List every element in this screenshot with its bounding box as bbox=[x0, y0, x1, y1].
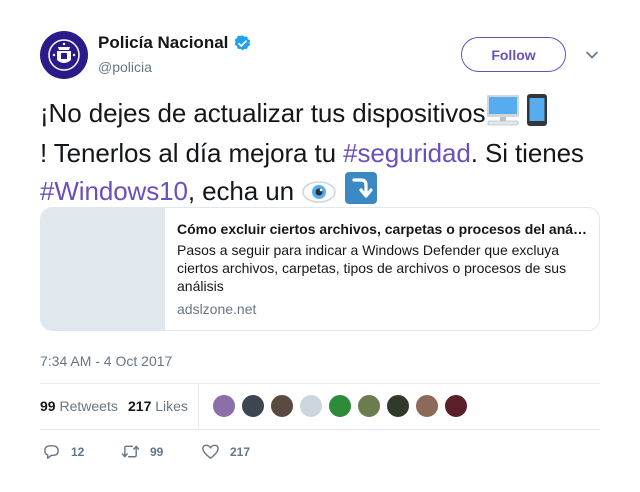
likes-stat[interactable]: 217 Likes bbox=[128, 398, 188, 414]
chevron-down-icon[interactable] bbox=[585, 48, 599, 62]
retweets-stat[interactable]: 99 Retweets bbox=[40, 398, 118, 414]
retweets-count: 99 bbox=[40, 398, 56, 414]
liker-avatar[interactable] bbox=[270, 394, 294, 418]
liker-avatar[interactable] bbox=[299, 394, 323, 418]
retweet-button[interactable]: 99 bbox=[121, 442, 163, 461]
card-body: Cómo excluir ciertos archivos, carpetas … bbox=[177, 220, 589, 318]
tweet-text-part: . Si tienes bbox=[470, 138, 584, 168]
divider bbox=[40, 429, 600, 430]
display-name[interactable]: Policía Nacional bbox=[98, 33, 228, 53]
liker-avatar[interactable] bbox=[357, 394, 381, 418]
reply-icon bbox=[44, 445, 59, 459]
card-title[interactable]: Cómo excluir ciertos archivos, carpetas … bbox=[177, 220, 589, 238]
stats-divider bbox=[198, 384, 199, 429]
liker-avatar[interactable] bbox=[444, 394, 468, 418]
like-count: 217 bbox=[230, 444, 251, 459]
card-thumbnail[interactable] bbox=[41, 208, 165, 330]
tweet-timestamp[interactable]: 7:34 AM - 4 Oct 2017 bbox=[40, 353, 172, 369]
reply-button[interactable]: 12 bbox=[42, 442, 84, 461]
likes-count: 217 bbox=[128, 398, 152, 414]
police-badge-icon bbox=[48, 39, 80, 71]
computer-emoji bbox=[485, 93, 521, 136]
liker-avatar[interactable] bbox=[212, 394, 236, 418]
name-row: Policía Nacional bbox=[98, 33, 252, 53]
handle[interactable]: @policia bbox=[98, 59, 152, 75]
retweet-count: 99 bbox=[150, 444, 164, 459]
mobile-phone-emoji bbox=[521, 93, 551, 136]
link-card[interactable]: Cómo excluir ciertos archivos, carpetas … bbox=[40, 207, 600, 331]
tweet-text: ¡No dejes de actualizar tus dispositivos… bbox=[40, 93, 596, 214]
liker-avatar[interactable] bbox=[415, 394, 439, 418]
tweet-text-part: , echa un bbox=[187, 176, 302, 206]
avatar[interactable] bbox=[40, 31, 88, 79]
tweet-header: Policía Nacional @policia Follow bbox=[40, 31, 600, 79]
reply-count: 12 bbox=[71, 444, 85, 459]
hashtag-link-windows10[interactable]: #Windows10 bbox=[40, 176, 188, 206]
likes-label: Likes bbox=[155, 398, 188, 414]
liker-avatar[interactable] bbox=[386, 394, 410, 418]
tweet-text-part: ! Tenerlos al día mejora tu bbox=[40, 138, 344, 168]
card-description: Pasos a seguir para indicar a Windows De… bbox=[177, 242, 567, 294]
tweet-stats: 99 Retweets 217 Likes bbox=[40, 384, 600, 429]
like-button[interactable]: 217 bbox=[201, 442, 250, 461]
retweets-label: Retweets bbox=[59, 398, 118, 414]
verified-badge-icon bbox=[235, 34, 251, 50]
retweet-icon bbox=[121, 445, 140, 458]
card-domain: adslzone.net bbox=[177, 301, 257, 317]
tweet-text-part: ¡No dejes de actualizar tus dispositivos bbox=[40, 98, 486, 128]
follow-button[interactable]: Follow bbox=[461, 37, 566, 72]
liker-avatar[interactable] bbox=[328, 394, 352, 418]
hashtag-link-seguridad[interactable]: #seguridad bbox=[343, 138, 471, 168]
heart-icon bbox=[202, 444, 219, 459]
liker-avatar[interactable] bbox=[241, 394, 265, 418]
